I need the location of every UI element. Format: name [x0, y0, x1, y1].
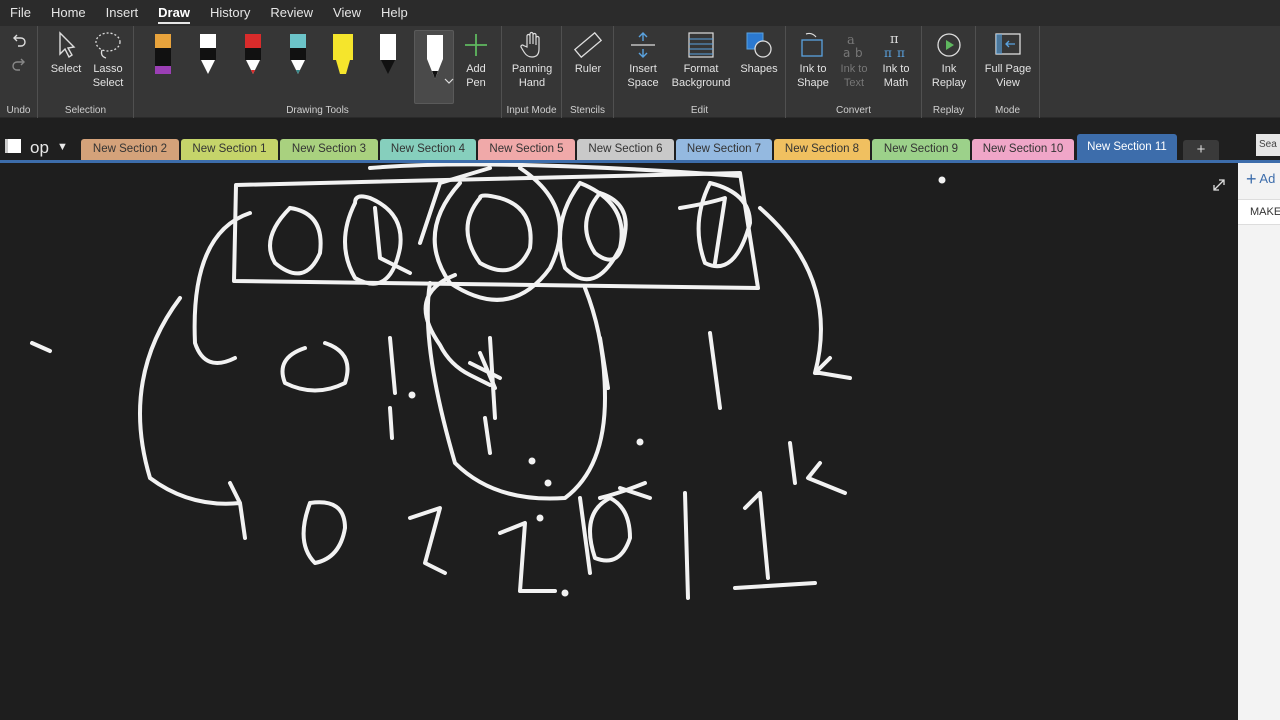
hand-icon [520, 31, 540, 58]
shapes-icon [746, 32, 772, 58]
expand-icon[interactable] [1211, 177, 1227, 193]
pointer-icon [59, 31, 76, 59]
menu-review[interactable]: Review [260, 0, 323, 26]
shapes-button[interactable]: Shapes [736, 30, 782, 76]
tab-section-6[interactable]: New Section 6 [577, 139, 674, 160]
selection-group: Select Lasso Select Selection [38, 26, 134, 118]
menu-draw[interactable]: Draw [148, 0, 200, 26]
selection-group-label: Selection [64, 105, 107, 116]
draw-ribbon: Undo Select Lasso Select Selection Add P… [0, 26, 1280, 118]
add-page-button[interactable]: + Ad [1246, 169, 1275, 190]
menu-history[interactable]: History [200, 0, 260, 26]
replay-label: Replay [932, 105, 965, 116]
plus-icon: + [1246, 169, 1257, 189]
tab-section-10[interactable]: New Section 10 [972, 139, 1074, 160]
add-section-button[interactable]: + [1183, 140, 1219, 160]
undo-group-label: Undo [6, 105, 31, 116]
full-page-view-icon [995, 33, 1021, 55]
menu-view[interactable]: View [323, 0, 371, 26]
handwritten-ink [30, 163, 946, 600]
insert-space-button[interactable]: Insert Space [618, 30, 668, 90]
drawing-tools-group: Add Pen Drawing Tools [134, 26, 502, 118]
replay-group: Ink Replay Replay [922, 26, 976, 118]
menu-insert[interactable]: Insert [96, 0, 149, 26]
pen-galaxy-icon[interactable] [283, 30, 313, 104]
highlighter-yellow-icon[interactable] [328, 30, 358, 104]
lasso-icon [95, 32, 121, 59]
notebook-icon[interactable] [4, 138, 22, 154]
svg-text:a: a [843, 46, 850, 60]
page-list-item[interactable]: MAKE [1238, 199, 1280, 225]
plus-icon [465, 34, 487, 56]
panning-hand-button[interactable]: Panning Hand [504, 30, 560, 90]
svg-text:π: π [884, 46, 892, 60]
tab-section-8[interactable]: New Section 8 [774, 139, 870, 160]
undo-group: Undo [0, 26, 38, 118]
svg-text:π: π [890, 32, 899, 47]
undo-icon[interactable] [11, 32, 27, 48]
format-background-button[interactable]: Format Background [664, 30, 738, 90]
menu-home[interactable]: Home [41, 0, 96, 26]
input-mode-label: Input Mode [506, 105, 557, 116]
convert-group: Ink to Shape aab Ink to Text πππ Ink to … [786, 26, 922, 118]
pen-white-icon[interactable] [193, 30, 223, 104]
ink-to-math-icon: ππ π [884, 32, 905, 60]
edit-label: Edit [690, 105, 709, 116]
tab-section-3[interactable]: New Section 3 [280, 139, 378, 160]
select-button[interactable]: Select [46, 30, 86, 76]
pen-white-2-icon[interactable] [373, 30, 403, 104]
format-background-icon [688, 32, 714, 58]
input-mode-group: Panning Hand Input Mode [502, 26, 562, 118]
svg-text:b: b [855, 46, 863, 60]
tab-section-5[interactable]: New Section 5 [478, 139, 575, 160]
tab-section-2[interactable]: New Section 1 [181, 139, 278, 160]
pen-selected-icon [427, 35, 454, 84]
ink-replay-icon [937, 33, 961, 57]
tab-section-7[interactable]: New Section 7 [676, 139, 772, 160]
page-list-panel: + Ad MAKE [1238, 160, 1280, 720]
insert-space-icon [631, 32, 655, 58]
edit-group: Insert Space Format Background Shapes Ed… [614, 26, 786, 118]
search-input[interactable]: Sea [1256, 134, 1280, 156]
pen-red-icon[interactable] [238, 30, 268, 104]
pen-orange-icon[interactable] [148, 30, 178, 104]
mode-label: Mode [994, 105, 1020, 116]
tab-section-4[interactable]: New Section 4 [380, 139, 476, 160]
tab-section-11[interactable]: New Section 11 [1077, 134, 1177, 160]
ink-to-math-button[interactable]: πππ Ink to Math [874, 30, 918, 90]
ink-to-shape-button[interactable]: Ink to Shape [790, 30, 836, 90]
add-pen-button[interactable]: Add Pen [456, 30, 496, 90]
stencils-group: Ruler Stencils [562, 26, 614, 118]
mode-group: Full Page View Mode [976, 26, 1040, 118]
ruler-button[interactable]: Ruler [564, 30, 612, 76]
drawing-tools-label: Drawing Tools [286, 105, 349, 116]
convert-label: Convert [835, 105, 871, 116]
menu-bar: File Home Insert Draw History Review View Help [0, 0, 1280, 26]
notebook-name[interactable]: op [30, 138, 49, 158]
page-canvas[interactable] [0, 160, 1238, 720]
ink-to-text-button[interactable]: aab Ink to Text [834, 30, 874, 90]
tab-section-9[interactable]: New Section 9 [872, 139, 970, 160]
selected-pen[interactable] [414, 30, 454, 104]
ink-to-text-icon: aa b [843, 33, 863, 60]
redo-icon[interactable] [11, 56, 27, 72]
ruler-icon [573, 31, 603, 59]
svg-text:π: π [897, 46, 905, 60]
stencils-label: Stencils [569, 105, 605, 116]
menu-help[interactable]: Help [371, 0, 418, 26]
notebook-dropdown-icon[interactable]: ▼ [57, 141, 68, 153]
lasso-select-button[interactable]: Lasso Select [86, 30, 130, 90]
full-page-view-button[interactable]: Full Page View [978, 30, 1038, 90]
ink-to-shape-icon [801, 32, 823, 57]
tab-section-1[interactable]: New Section 2 [81, 139, 179, 160]
menu-file[interactable]: File [0, 0, 41, 26]
ink-replay-button[interactable]: Ink Replay [924, 30, 974, 90]
